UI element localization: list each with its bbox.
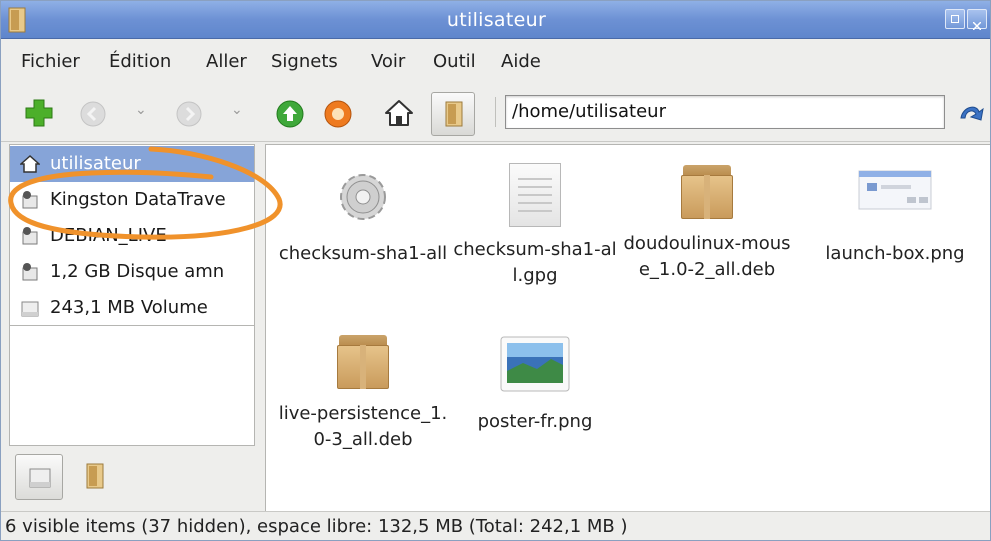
file-manager-window: utilisateur Fichier Édition Aller Signet… [0,0,991,541]
file-name: launch-box.png [825,243,965,264]
folder-door-icon [86,463,104,489]
folder-view-toggle[interactable] [431,92,475,136]
volume-icon [21,301,39,317]
menu-bar: Fichier Édition Aller Signets Voir Outil… [1,40,990,82]
address-bar[interactable]: /home/utilisateur [505,95,945,129]
home-icon[interactable] [383,98,415,128]
file-item-live-persistence[interactable]: live-persistence_1.0-3_all.deb [278,333,448,453]
menu-voir[interactable]: Voir [371,51,405,72]
menu-aide[interactable]: Aide [501,51,541,72]
file-name: checksum-sha1-all [278,243,448,264]
sidebar-item-label: 243,1 MB Volume [50,297,208,318]
file-item-launch-box[interactable]: launch-box.png [810,163,980,267]
file-name: live-persistence_1.0-3_all.deb [278,403,448,450]
package-box-icon [335,333,391,391]
back-history-chevron-icon[interactable]: ⌄ [135,102,147,118]
go-jump-arrow-icon[interactable] [957,100,987,126]
close-button[interactable] [967,9,987,31]
sidebar-item-label: utilisateur [50,153,141,174]
places-sidebar: utilisateur Kingston DataTrave DEBIAN_LI… [9,144,255,326]
address-value: /home/utilisateur [512,101,666,122]
status-bar: 6 visible items (37 hidden), espace libr… [1,511,990,540]
menu-signets[interactable]: Signets [271,51,338,72]
sidebar-empty-area [9,326,255,446]
menu-edition[interactable]: Édition [109,51,171,72]
home-icon [20,154,40,173]
sidebar-item-volume[interactable]: 243,1 MB Volume [10,290,254,326]
file-name: doudoulinux-mouse_1.0-2_all.deb [623,233,791,280]
sidebar-item-label: 1,2 GB Disque amn [50,261,225,282]
file-item-checksum[interactable]: checksum-sha1-all [278,163,448,267]
drive-icon [22,227,38,245]
file-name: checksum-sha1-all.gpg [453,239,617,286]
file-item-checksum-gpg[interactable]: checksum-sha1-all.gpg [450,163,620,289]
parent-folder-up-icon[interactable] [275,99,305,129]
forward-history-chevron-icon[interactable]: ⌄ [231,102,243,118]
tab-places[interactable] [15,454,63,500]
sidebar-item-label: Kingston DataTrave [50,189,226,210]
title-bar[interactable]: utilisateur [1,1,990,39]
toolbar-separator [495,97,496,127]
file-view: checksum-sha1-all checksum-sha1-all.gpg … [265,144,990,511]
file-item-poster-fr[interactable]: poster-fr.png [450,333,620,435]
image-thumbnail-icon [858,170,932,210]
sidebar-item-utilisateur[interactable]: utilisateur [10,146,254,182]
text-document-icon [509,163,561,227]
window-title: utilisateur [446,9,547,31]
back-arrow-icon[interactable] [79,100,107,128]
drive-icon [29,468,51,488]
menu-aller[interactable]: Aller [206,51,247,72]
tab-tree[interactable] [71,454,119,500]
folder-door-icon [445,101,463,127]
menu-fichier[interactable]: Fichier [21,51,80,72]
maximize-button[interactable] [945,9,965,29]
drive-icon [22,263,38,281]
forward-arrow-icon[interactable] [175,100,203,128]
file-name: poster-fr.png [477,411,593,432]
sidebar-item-disque[interactable]: 1,2 GB Disque amn [10,254,254,290]
sidebar-mode-tabs [9,446,255,510]
sidebar-item-debian-live[interactable]: DEBIAN_LIVE [10,218,254,254]
executable-gear-icon [340,174,386,220]
image-thumbnail-icon [500,336,570,392]
file-item-doudoulinux-mouse[interactable]: doudoulinux-mouse_1.0-2_all.deb [622,163,792,283]
menu-outil[interactable]: Outil [433,51,476,72]
status-text: 6 visible items (37 hidden), espace libr… [5,516,628,537]
sidebar-item-label: DEBIAN_LIVE [50,225,167,246]
new-tab-plus-icon[interactable] [23,97,55,129]
sidebar-item-kingston[interactable]: Kingston DataTrave [10,182,254,218]
go-orange-icon[interactable] [323,99,353,129]
package-box-icon [679,163,735,221]
usb-drive-icon [22,191,38,209]
